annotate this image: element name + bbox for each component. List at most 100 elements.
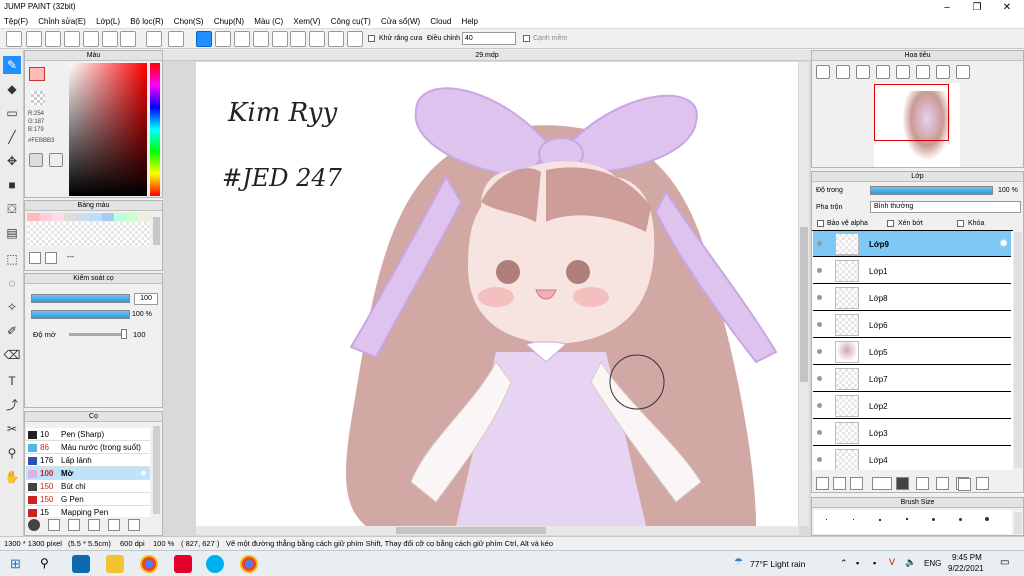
perspective-icon[interactable] [253,31,269,47]
layer-row[interactable]: Lớp7 [813,366,1011,392]
operation-tool-icon[interactable]: ⤴ [3,396,21,414]
brush-size-grid[interactable] [814,510,1012,534]
soft-edge-checkbox[interactable] [523,34,530,43]
layer-opacity-slider[interactable] [870,186,993,195]
layer-row-selected[interactable]: Lớp9 ✹ [813,231,1011,257]
menu-window[interactable]: Cửa sổ(W) [377,15,424,26]
reset-view-icon[interactable] [956,65,970,79]
layer-row[interactable]: Lớp3 [813,420,1011,446]
fit-icon[interactable] [856,65,870,79]
brush-new-icon[interactable] [68,519,80,531]
cloud-icon[interactable] [6,31,22,47]
curve-icon[interactable] [309,31,325,47]
layer-row[interactable]: Lớp6 [813,312,1011,338]
menu-cloud[interactable]: Cloud [426,15,455,26]
fill-rect-icon[interactable]: ■ [3,176,21,194]
palette-grid[interactable] [27,222,151,247]
tray-app-icon[interactable]: ▪ [873,558,876,568]
layer-mode-dropdown[interactable] [872,477,892,490]
drawing-canvas[interactable]: Kim Ryy #JED 247 [196,62,798,526]
antialias-checkbox[interactable] [368,34,375,43]
clock-date[interactable]: 9/22/2021 [948,564,984,573]
select-pen-icon[interactable]: ✐ [3,322,21,340]
chrome-icon[interactable] [240,555,258,573]
menu-layer[interactable]: Lớp(L) [92,15,124,26]
gear-icon[interactable] [328,31,344,47]
eyedrop-mini-icon[interactable] [49,153,63,167]
rotate-right-icon[interactable] [916,65,930,79]
menu-file[interactable]: Tệp(F) [0,15,32,26]
menu-capture[interactable]: Chụp(N) [210,15,248,26]
palette-scrollbar[interactable] [153,217,160,245]
windows-start-icon[interactable]: ⊞ [10,556,21,572]
select-eraser-icon[interactable]: ⌫ [3,346,21,364]
divide-tool-icon[interactable]: ✂ [3,420,21,438]
zoom-in-icon[interactable] [816,65,830,79]
bucket-tool-icon[interactable]: ⛋ [3,200,21,218]
new-file-icon[interactable] [26,31,42,47]
layer-row[interactable]: Lớp4 [813,447,1011,470]
lines-icon[interactable] [215,31,231,47]
brush-item[interactable]: 15 Mapping Pen [26,506,150,517]
layer-row[interactable]: Lớp5 [813,339,1011,365]
menu-tools[interactable]: Công cụ(T) [327,15,375,26]
brush-scrollbar[interactable] [153,426,160,514]
blur-slider[interactable] [69,333,127,336]
gear-icon[interactable]: ✹ [140,467,147,480]
flip-icon[interactable] [936,65,950,79]
canvas-tab[interactable]: 29.mdp [163,50,811,61]
save-icon[interactable] [64,31,80,47]
layer-row[interactable]: Lớp8 [813,285,1011,311]
visibility-icon[interactable] [817,349,822,354]
gear-icon[interactable]: ✹ [999,237,1008,250]
maximize-icon[interactable]: ❐ [962,0,992,15]
eraser-tool-icon[interactable]: ◆ [3,80,21,98]
visibility-icon[interactable] [817,403,822,408]
new-layer-icon[interactable] [816,477,829,490]
notification-icon[interactable]: ▭ [1000,557,1009,568]
brush-add-icon[interactable] [48,519,60,531]
clip-checkbox[interactable] [887,219,894,228]
text-tool-icon[interactable]: T [3,372,21,390]
skype-icon[interactable] [206,555,224,573]
canvas-vscroll[interactable] [799,62,809,526]
magic-wand-icon[interactable]: ✧ [3,298,21,316]
redo-icon[interactable] [168,31,184,47]
visibility-icon[interactable] [817,295,822,300]
line-tool-icon[interactable]: ╱ [3,128,21,146]
export-icon[interactable] [83,31,99,47]
menu-edit[interactable]: Chỉnh sửa(E) [34,15,90,26]
visibility-icon[interactable] [817,376,822,381]
concentric-icon[interactable] [290,31,306,47]
speaker-icon[interactable]: 🔈 [905,557,916,568]
hand-tool-icon[interactable]: ✋ [3,468,21,486]
new-palette-icon[interactable] [29,252,41,264]
file-icon[interactable] [102,31,118,47]
tray-v-icon[interactable]: V [889,557,895,567]
lock-checkbox[interactable] [957,219,964,228]
weather-text[interactable]: 77°F Light rain [750,559,805,569]
eyedropper-tool-icon[interactable]: ⚲ [3,444,21,462]
folder-icon[interactable] [896,477,909,490]
zoom-out-icon[interactable] [836,65,850,79]
layer-scrollbar[interactable] [1014,232,1022,468]
palette-icon[interactable] [29,153,43,167]
brush-delete-icon[interactable] [128,519,140,531]
chrome-icon[interactable] [140,555,158,573]
close-icon[interactable]: ✕ [992,0,1022,15]
rect-tool-icon[interactable]: ▭ [3,104,21,122]
lasso-tool-icon[interactable]: ◌ [3,274,21,292]
snap-off-icon[interactable] [347,31,363,47]
move-tool-icon[interactable]: ✥ [3,152,21,170]
new-raster-icon[interactable] [833,477,846,490]
brush-item[interactable]: 150 G Pen [26,493,150,506]
brush-settings-icon[interactable] [28,519,40,531]
blur-slider-thumb[interactable] [121,329,127,339]
hue-slider[interactable] [150,63,160,196]
tray-app-icon[interactable]: ▪ [856,558,859,568]
brush-item[interactable]: 86 Màu nước (trong suốt) [26,441,150,454]
select-mode-icon[interactable] [196,31,212,47]
actual-size-icon[interactable] [876,65,890,79]
hatch-icon[interactable] [234,31,250,47]
canvas-hscroll[interactable] [196,526,799,535]
